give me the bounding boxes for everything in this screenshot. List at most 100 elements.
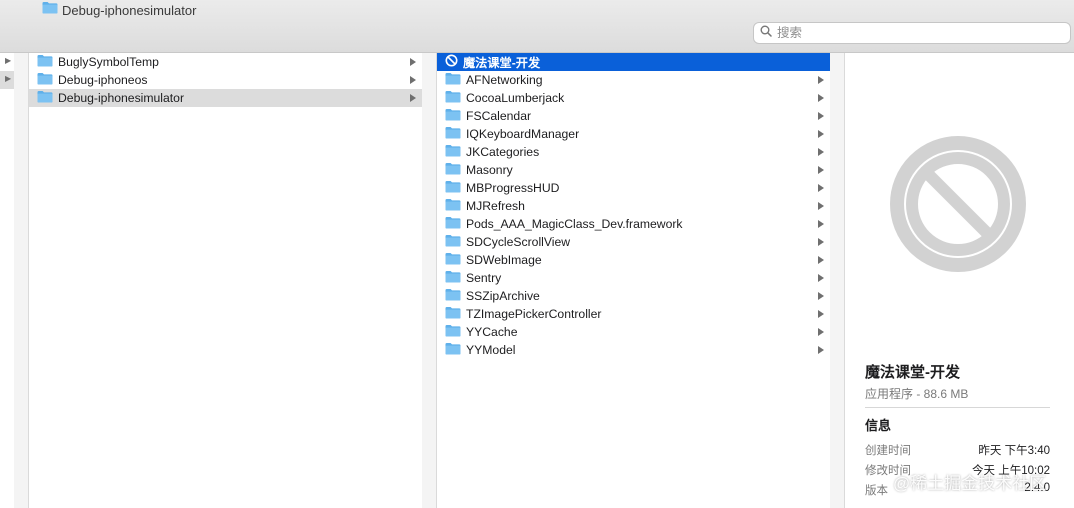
list-item-label: Masonry [466, 163, 513, 177]
column-gutter [422, 53, 436, 508]
column-build-folders[interactable]: BuglySymbolTemp Debug-iphoneos Debug-iphon… [29, 53, 422, 508]
list-item-label: JKCategories [466, 145, 540, 159]
list-item[interactable]: Pods_AAA_MagicClass_Dev.framework [437, 215, 830, 233]
list-item[interactable]: Debug-iphoneos [29, 71, 422, 89]
folder-icon [445, 342, 461, 358]
folder-icon [445, 288, 461, 304]
folder-icon [445, 126, 461, 142]
list-item[interactable]: AFNetworking [437, 71, 830, 89]
list-item[interactable]: MJRefresh [437, 197, 830, 215]
folder-icon [445, 198, 461, 214]
folder-icon [445, 108, 461, 124]
search-input[interactable] [777, 26, 1057, 40]
prohibited-app-icon [445, 54, 458, 70]
list-item-label: CocoaLumberjack [466, 91, 565, 105]
info-key: 版本 [865, 485, 888, 497]
window-title-text: Debug-iphonesimulator [62, 2, 197, 18]
disclosure-arrow-icon [818, 76, 824, 84]
disclosure-arrow-icon [818, 256, 824, 264]
list-item-label: TZImagePickerController [466, 307, 602, 321]
folder-icon [445, 270, 461, 286]
list-item-label: AFNetworking [466, 73, 543, 87]
folder-icon [445, 234, 461, 250]
list-item-selected-app[interactable]: 魔法课堂-开发 [437, 53, 830, 71]
disclosure-arrow-icon [410, 94, 416, 102]
disclosure-arrow-icon [818, 112, 824, 120]
list-item[interactable]: TZImagePickerController [437, 305, 830, 323]
list-item[interactable]: SDCycleScrollView [437, 233, 830, 251]
list-item-label: Debug-iphonesimulator [58, 91, 185, 105]
search-field[interactable] [753, 22, 1071, 44]
column-gutter [14, 53, 28, 508]
previous-column-row[interactable]: ▶ [0, 71, 14, 89]
disclosure-arrow-icon [818, 130, 824, 138]
list-item[interactable]: SDWebImage [437, 251, 830, 269]
column-gutter [830, 53, 844, 508]
disclosure-arrow-icon [818, 220, 824, 228]
disclosure-arrow-icon [818, 184, 824, 192]
list-item[interactable]: SSZipArchive [437, 287, 830, 305]
disclosure-arrow-icon [410, 76, 416, 84]
list-item[interactable]: JKCategories [437, 143, 830, 161]
info-key: 创建时间 [865, 445, 911, 457]
list-item[interactable]: BuglySymbolTemp [29, 53, 422, 71]
folder-icon [445, 90, 461, 106]
list-item[interactable]: YYModel [437, 341, 830, 359]
list-item[interactable]: CocoaLumberjack [437, 89, 830, 107]
list-item-label: IQKeyboardManager [466, 127, 580, 141]
list-item[interactable]: Sentry [437, 269, 830, 287]
folder-icon [445, 144, 461, 160]
disclosure-arrow-icon: ▶ [5, 74, 12, 83]
disclosure-arrow-icon [818, 148, 824, 156]
disclosure-arrow-icon [818, 202, 824, 210]
window-toolbar: Debug-iphonesimulator [0, 0, 1074, 53]
folder-icon [445, 216, 461, 232]
prohibited-large-icon [889, 135, 1027, 278]
preview-title: 魔法课堂-开发 [865, 364, 960, 381]
list-item-label: MJRefresh [466, 199, 525, 213]
preview-kind-size: 应用程序 - 88.6 MB [865, 387, 969, 401]
list-item-label: MBProgressHUD [466, 181, 560, 195]
disclosure-arrow-icon: ▶ [5, 56, 12, 65]
list-item-label: BuglySymbolTemp [58, 55, 159, 69]
preview-pane: 魔法课堂-开发 应用程序 - 88.6 MB 信息 创建时间 昨天 下午3:40… [845, 53, 1074, 508]
search-icon [760, 24, 772, 42]
folder-icon [445, 252, 461, 268]
list-item[interactable]: IQKeyboardManager [437, 125, 830, 143]
disclosure-arrow-icon [818, 238, 824, 246]
window-title: Debug-iphonesimulator [42, 1, 196, 19]
list-item-label: SDCycleScrollView [466, 235, 571, 249]
folder-icon [37, 54, 53, 70]
folder-icon [37, 72, 53, 88]
list-item[interactable]: YYCache [437, 323, 830, 341]
previous-column[interactable]: ▶ ▶ [0, 53, 14, 508]
list-item[interactable]: Debug-iphonesimulator [29, 89, 422, 107]
info-row-created: 创建时间 昨天 下午3:40 [865, 442, 1050, 458]
previous-column-row[interactable]: ▶ [0, 53, 14, 71]
watermark: @稀土掘金技术社区 [893, 474, 1047, 493]
preview-separator [865, 407, 1050, 408]
folder-icon [42, 1, 58, 19]
list-item[interactable]: FSCalendar [437, 107, 830, 125]
folder-icon [445, 162, 461, 178]
folder-icon [445, 180, 461, 196]
folder-icon [445, 306, 461, 322]
list-item-label: FSCalendar [466, 109, 532, 123]
disclosure-arrow-icon [818, 310, 824, 318]
folder-icon [445, 72, 461, 88]
list-item-label: 魔法课堂-开发 [463, 56, 541, 70]
folder-icon [37, 90, 53, 106]
disclosure-arrow-icon [818, 292, 824, 300]
list-item[interactable]: Masonry [437, 161, 830, 179]
list-item-label: SDWebImage [466, 253, 542, 267]
column-products[interactable]: 魔法课堂-开发 AFNetworking CocoaLumberjack FSCal… [437, 53, 830, 508]
disclosure-arrow-icon [818, 166, 824, 174]
list-item-label: SSZipArchive [466, 289, 540, 303]
info-value: 昨天 下午3:40 [978, 445, 1050, 457]
disclosure-arrow-icon [818, 94, 824, 102]
list-item[interactable]: MBProgressHUD [437, 179, 830, 197]
list-item-label: YYModel [466, 343, 516, 357]
info-heading: 信息 [865, 418, 892, 433]
list-item-label: Debug-iphoneos [58, 73, 148, 87]
list-item-label: Sentry [466, 271, 502, 285]
